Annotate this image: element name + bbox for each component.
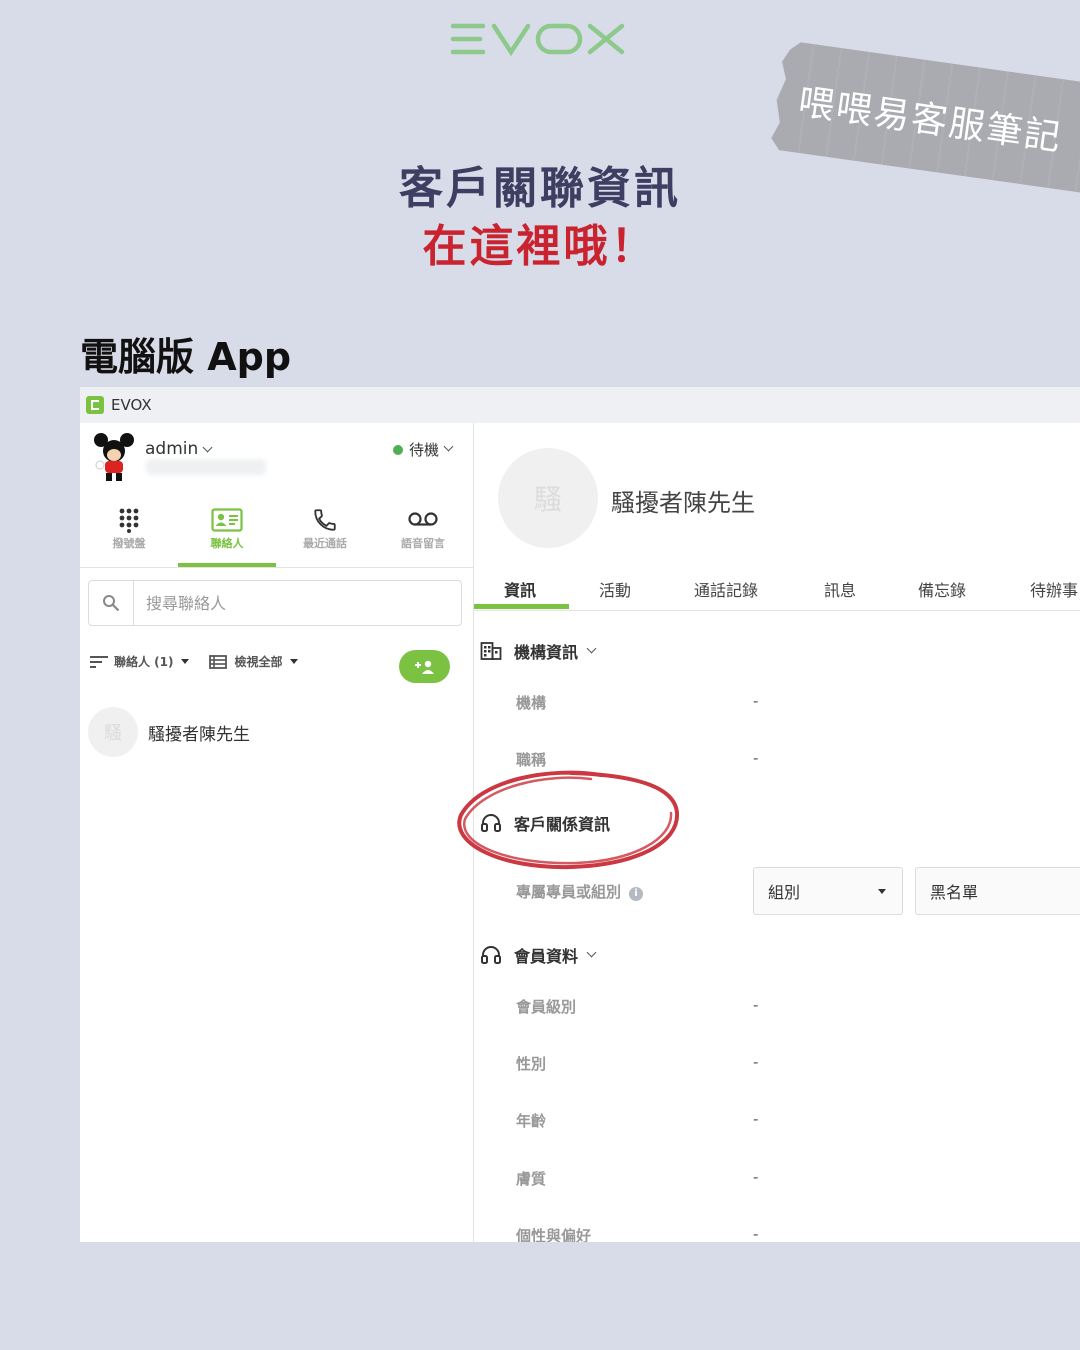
contact-card-icon <box>211 508 243 532</box>
detail-avatar: 騷 <box>498 448 598 548</box>
app-window: EVOX admin 待機 撥號盤 聯絡人 最近通話 語音留言 搜尋聯絡人 聯絡… <box>80 387 1080 1242</box>
voicemail-icon <box>408 512 438 526</box>
contact-avatar: 騷 <box>88 707 138 757</box>
field-value-preference: - <box>753 1225 759 1242</box>
field-label-owner: 專屬專員或組別 i <box>516 881 644 902</box>
divider <box>80 567 473 568</box>
headset-icon <box>481 946 501 964</box>
tab-voicemail[interactable]: 語音留言 <box>374 503 472 567</box>
active-tab-indicator <box>474 604 569 609</box>
field-value-title: - <box>753 749 759 767</box>
building-icon <box>480 642 502 660</box>
chevron-down-icon <box>586 947 597 957</box>
user-avatar[interactable] <box>92 431 136 483</box>
crm-section-title: 客戶關係資訊 <box>514 815 611 834</box>
group-select[interactable]: 組別 <box>753 867 903 915</box>
brand-logo <box>0 20 1080 64</box>
headset-icon <box>481 814 501 832</box>
status-label: 待機 <box>409 441 440 459</box>
contact-list-item[interactable]: 騷 騷擾者陳先生 <box>88 707 250 757</box>
member-section-title: 會員資料 <box>514 947 579 966</box>
tab-label: 語音留言 <box>401 537 445 550</box>
tab-notes[interactable]: 備忘錄 <box>918 577 966 601</box>
add-person-icon <box>414 660 434 674</box>
tab-todo[interactable]: 待辦事 <box>1030 577 1078 601</box>
sort-icon <box>90 655 108 668</box>
field-label-age: 年齡 <box>516 1112 547 1130</box>
chevron-down-icon <box>202 442 213 453</box>
tab-info[interactable]: 資訊 <box>504 577 536 601</box>
view-label: 檢視全部 <box>234 655 283 669</box>
app-title: EVOX <box>111 396 152 414</box>
crm-section-header[interactable]: 客戶關係資訊 <box>480 811 610 835</box>
search-box <box>88 580 462 626</box>
evox-logo-icon <box>450 23 625 57</box>
detail-name: 騷擾者陳先生 <box>611 489 755 517</box>
headline-line1: 客戶關聯資訊 <box>399 163 681 214</box>
tab-contacts[interactable]: 聯絡人 <box>178 503 276 567</box>
tab-recent-calls[interactable]: 最近通話 <box>276 503 374 567</box>
headline: 客戶關聯資訊 在這裡哦！ <box>0 160 1080 276</box>
org-section-title: 機構資訊 <box>514 643 579 662</box>
blacklist-select[interactable]: 黑名單 <box>915 867 1080 915</box>
user-phone-blurred <box>146 459 266 475</box>
tab-label: 聯絡人 <box>210 537 244 550</box>
nav-tabs: 撥號盤 聯絡人 最近通話 語音留言 <box>80 503 473 567</box>
field-value-member-level: - <box>753 996 759 1014</box>
field-label-preference: 個性與偏好 <box>516 1227 592 1242</box>
tab-dialpad[interactable]: 撥號盤 <box>80 503 178 567</box>
field-label-title: 職稱 <box>516 751 547 769</box>
search-icon <box>103 595 120 612</box>
dialpad-icon <box>119 508 139 533</box>
field-label-gender: 性別 <box>516 1055 547 1073</box>
search-button[interactable] <box>89 581 134 625</box>
status-dot-icon <box>393 444 403 455</box>
chevron-down-icon <box>586 643 597 653</box>
contact-detail-pane: 騷 騷擾者陳先生 資訊 活動 通話記錄 訊息 備忘錄 待辦事 機構資訊 機構 -… <box>474 423 1080 1242</box>
member-section-header[interactable]: 會員資料 <box>480 943 597 967</box>
tab-messages[interactable]: 訊息 <box>824 577 856 601</box>
caret-down-icon <box>289 659 298 664</box>
org-section-header[interactable]: 機構資訊 <box>480 639 597 663</box>
headline-line2: 在這裡哦！ <box>422 221 658 272</box>
caret-down-icon <box>180 659 189 664</box>
tab-label: 撥號盤 <box>112 537 146 550</box>
field-label-org: 機構 <box>516 694 547 712</box>
field-label-skin: 膚質 <box>516 1170 547 1188</box>
user-name: admin <box>145 439 199 459</box>
tab-label: 最近通話 <box>303 537 347 550</box>
info-icon[interactable]: i <box>629 886 644 901</box>
sort-dropdown[interactable]: 聯絡人 (1) <box>90 653 189 670</box>
tab-activity[interactable]: 活動 <box>599 577 631 601</box>
list-view-icon <box>208 654 227 669</box>
field-value-skin: - <box>753 1168 759 1186</box>
section-label: 電腦版 App <box>80 335 292 379</box>
phone-icon <box>314 509 336 531</box>
search-input[interactable] <box>134 592 448 614</box>
status-menu[interactable]: 待機 <box>393 439 454 460</box>
filter-bar: 聯絡人 (1) 檢視全部 <box>90 653 298 670</box>
sort-label: 聯絡人 (1) <box>114 655 174 669</box>
tab-call-log[interactable]: 通話記錄 <box>694 577 758 601</box>
contact-name: 騷擾者陳先生 <box>148 724 250 745</box>
add-contact-button[interactable] <box>399 650 450 683</box>
title-bar: EVOX <box>80 387 1080 423</box>
app-icon <box>86 396 104 414</box>
field-value-age: - <box>753 1110 759 1128</box>
blacklist-select-value: 黑名單 <box>930 883 979 902</box>
field-value-org: - <box>753 692 759 710</box>
field-value-gender: - <box>753 1053 759 1071</box>
user-menu[interactable]: admin <box>145 439 213 459</box>
chevron-down-icon <box>443 441 454 452</box>
contacts-pane: admin 待機 撥號盤 聯絡人 最近通話 語音留言 搜尋聯絡人 聯絡人 (1)… <box>80 423 474 1242</box>
field-label-member-level: 會員級別 <box>516 998 577 1016</box>
view-dropdown[interactable]: 檢視全部 <box>208 653 298 670</box>
group-select-value: 組別 <box>768 883 801 902</box>
owner-label: 專屬專員或組別 <box>516 883 622 901</box>
caret-down-icon <box>878 889 886 894</box>
